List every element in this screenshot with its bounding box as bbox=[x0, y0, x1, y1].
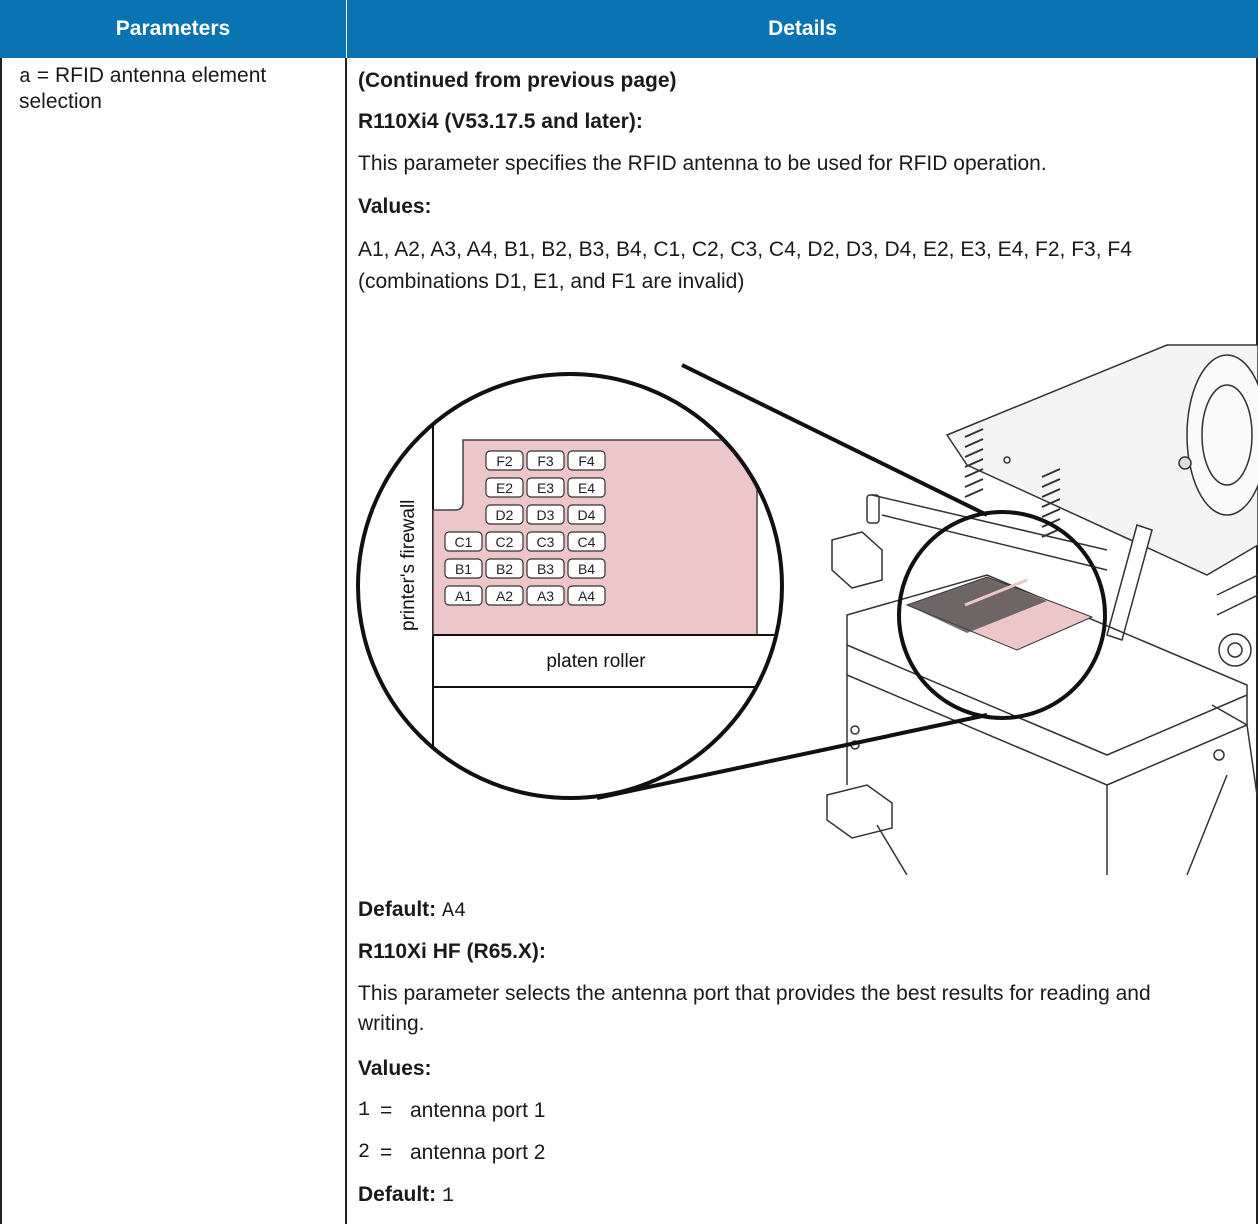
antenna-cell-label: B3 bbox=[537, 561, 554, 577]
antenna-cell-f3: F3 bbox=[526, 450, 565, 471]
antenna-cell-b4: B4 bbox=[567, 558, 606, 579]
value-equals: = bbox=[380, 1099, 393, 1122]
section1-title: R110Xi4 (V53.17.5 and later): bbox=[358, 110, 643, 133]
section2-default-value: 1 bbox=[442, 1185, 455, 1208]
antenna-cell-e3: E3 bbox=[526, 477, 565, 498]
section2-default: Default: 1 bbox=[358, 1180, 1248, 1212]
section2-values-label: Values: bbox=[358, 1057, 432, 1080]
antenna-cell-label: E2 bbox=[496, 480, 513, 496]
section2-value-row: 2 = antenna port 2 bbox=[358, 1138, 1248, 1168]
antenna-figure: platen roller printer's firewall F2 F3 F4 E… bbox=[347, 315, 1258, 876]
antenna-cell-label: E3 bbox=[537, 480, 554, 496]
value-label: antenna port 2 bbox=[410, 1141, 546, 1164]
table-left-border bbox=[0, 58, 2, 1224]
value-label: antenna port 1 bbox=[410, 1099, 546, 1122]
parameter-cell: a = RFID antenna element selection bbox=[19, 64, 339, 114]
antenna-cell-c3: C3 bbox=[526, 531, 565, 552]
antenna-cell-label: B4 bbox=[578, 561, 595, 577]
antenna-cell-label: A2 bbox=[496, 588, 513, 604]
antenna-cell-f4: F4 bbox=[567, 450, 606, 471]
antenna-cell-b1: B1 bbox=[444, 558, 483, 579]
antenna-cell-label: E4 bbox=[578, 480, 595, 496]
antenna-cell-label: C1 bbox=[455, 534, 473, 550]
antenna-cell-label: D2 bbox=[496, 507, 514, 523]
antenna-diagram: platen roller printer's firewall F2 F3 F4 E… bbox=[356, 344, 1258, 876]
section1-values-label: Values: bbox=[358, 195, 432, 218]
value-code: 2 bbox=[358, 1141, 371, 1164]
antenna-cell-label: B1 bbox=[455, 561, 472, 577]
antenna-cell-c4: C4 bbox=[567, 531, 606, 552]
parameter-description: = RFID antenna element selection bbox=[19, 64, 267, 113]
section1-values-text: A1, A2, A3, A4, B1, B2, B3, B4, C1, C2, … bbox=[358, 238, 1132, 293]
antenna-cell-a3: A3 bbox=[526, 585, 565, 606]
antenna-cell-label: A1 bbox=[455, 588, 472, 604]
antenna-cell-label: D3 bbox=[537, 507, 555, 523]
antenna-cell-label: B2 bbox=[496, 561, 513, 577]
antenna-cell-a4: A4 bbox=[567, 585, 606, 606]
antenna-cell-label: C3 bbox=[537, 534, 555, 550]
section1-description: This parameter specifies the RFID antenn… bbox=[358, 152, 1047, 175]
antenna-cell-d2: D2 bbox=[485, 504, 524, 525]
parameters-table: Parameters Details a = RFID antenna elem… bbox=[0, 0, 1258, 1224]
antenna-cell-e4: E4 bbox=[567, 477, 606, 498]
section1-default: Default: A4 bbox=[358, 895, 1248, 927]
antenna-cell-c1: C1 bbox=[444, 531, 483, 552]
section1-default-label: Default: bbox=[358, 898, 437, 921]
antenna-cell-label: F3 bbox=[537, 453, 554, 469]
section2-default-label: Default: bbox=[358, 1183, 437, 1206]
header-parameters: Parameters bbox=[0, 0, 346, 58]
antenna-cell-d4: D4 bbox=[567, 504, 606, 525]
antenna-cell-label: D4 bbox=[578, 507, 596, 523]
section1-default-value: A4 bbox=[442, 900, 467, 923]
parameter-code: a bbox=[19, 66, 32, 89]
antenna-cell-a1: A1 bbox=[444, 585, 483, 606]
antenna-cell-label: C2 bbox=[496, 534, 514, 550]
continued-note: (Continued from previous page) bbox=[358, 69, 677, 92]
antenna-cell-f2: F2 bbox=[485, 450, 524, 471]
antenna-cell-label: F4 bbox=[578, 453, 595, 469]
antenna-cell-label: C4 bbox=[578, 534, 596, 550]
section2-value-row: 1 = antenna port 1 bbox=[358, 1096, 1248, 1126]
antenna-cell-label: A4 bbox=[578, 588, 595, 604]
firewall-label: printer's firewall bbox=[398, 500, 419, 631]
value-code: 1 bbox=[358, 1099, 371, 1122]
platen-roller-label: platen roller bbox=[546, 651, 646, 672]
section2-title: R110Xi HF (R65.X): bbox=[358, 940, 546, 963]
antenna-cell-b2: B2 bbox=[485, 558, 524, 579]
header-details: Details bbox=[347, 0, 1258, 58]
section2-description: This parameter selects the antenna port … bbox=[358, 982, 1151, 1035]
antenna-cell-b3: B3 bbox=[526, 558, 565, 579]
antenna-cell-label: A3 bbox=[537, 588, 554, 604]
value-equals: = bbox=[380, 1141, 393, 1164]
antenna-cell-label: F2 bbox=[496, 453, 513, 469]
antenna-cell-a2: A2 bbox=[485, 585, 524, 606]
antenna-cell-d3: D3 bbox=[526, 504, 565, 525]
antenna-cell-e2: E2 bbox=[485, 477, 524, 498]
antenna-cell-c2: C2 bbox=[485, 531, 524, 552]
